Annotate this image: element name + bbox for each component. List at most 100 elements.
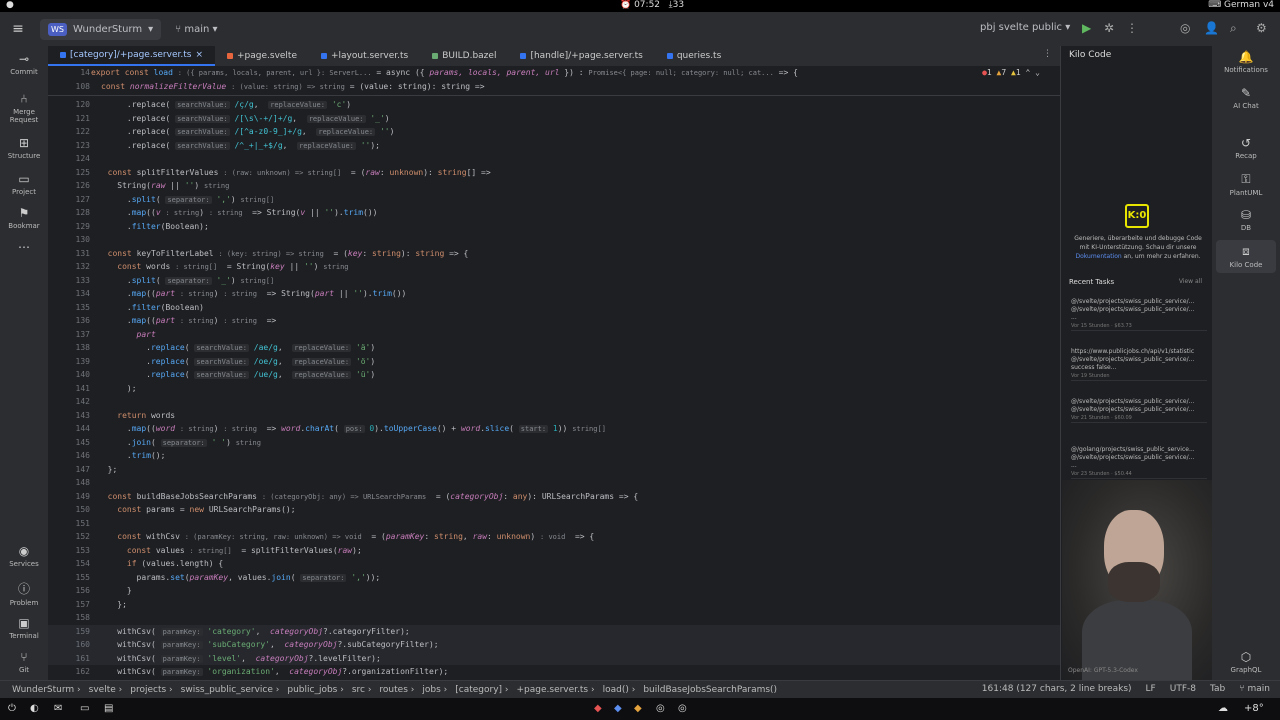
code-line[interactable]: 160 withCsv( paramKey: 'subCategory', ca… bbox=[48, 638, 1060, 652]
recent-task-item[interactable]: @/golang/projects/swiss_public_service..… bbox=[1071, 446, 1207, 479]
code-line[interactable]: 159 withCsv( paramKey: 'category', categ… bbox=[48, 624, 1060, 638]
recent-task-item[interactable]: https://www.publicjobs.ch/api/v1/statist… bbox=[1071, 348, 1207, 381]
code-line[interactable]: 148 bbox=[48, 476, 1060, 490]
settings-gear-icon[interactable]: ⚙ bbox=[1256, 21, 1267, 35]
tab-layout-server[interactable]: +layout.server.ts bbox=[309, 46, 420, 66]
project-switcher[interactable]: WS WunderSturm ▾ bbox=[40, 18, 162, 40]
power-icon[interactable]: ⏻ bbox=[8, 703, 16, 714]
code-line[interactable]: 135 .filter(Boolean) bbox=[48, 301, 1060, 315]
code-line[interactable]: 128 .map((v : string) : string => String… bbox=[48, 206, 1060, 220]
tool-kilo-code[interactable]: ⧈ Kilo Code bbox=[1216, 240, 1276, 273]
tool-git[interactable]: ⑂ Git bbox=[0, 650, 48, 674]
code-line[interactable]: 154 if (values.length) { bbox=[48, 557, 1060, 571]
code-line[interactable]: 142 bbox=[48, 395, 1060, 409]
code-line[interactable]: 153 const values : string[] = splitFilte… bbox=[48, 544, 1060, 558]
tool-bookmarks[interactable]: ⚑ Bookmar bbox=[0, 206, 48, 230]
code-line[interactable]: 151 bbox=[48, 517, 1060, 531]
tool-problems[interactable]: ⓘ Problem bbox=[0, 580, 48, 607]
tab-queries[interactable]: queries.ts bbox=[655, 46, 733, 66]
tool-services[interactable]: ◉ Services bbox=[0, 544, 48, 568]
code-line[interactable]: 157 }; bbox=[48, 598, 1060, 612]
code-line[interactable]: 129 .filter(Boolean); bbox=[48, 220, 1060, 234]
tool-project[interactable]: ▭ Project bbox=[0, 172, 48, 196]
indent-setting[interactable]: Tab bbox=[1210, 684, 1225, 694]
hamburger-menu-icon[interactable]: ≡ bbox=[0, 21, 36, 37]
sticky-line[interactable]: 108 const normalizeFilterValue : (value:… bbox=[48, 80, 1060, 94]
app-icon-2[interactable]: ◆ bbox=[614, 703, 622, 714]
breadcrumb-item[interactable]: load() › bbox=[599, 685, 640, 695]
code-line[interactable]: 132 const words : string[] = String(key … bbox=[48, 260, 1060, 274]
chevron-down-icon[interactable]: ⌄ bbox=[1035, 68, 1040, 77]
keyboard-layout[interactable]: ⌨ German v4 bbox=[1208, 0, 1274, 10]
status-branch[interactable]: ⑂ main bbox=[1239, 684, 1270, 694]
code-line[interactable]: 138 .replace( searchValue: /ae/g, replac… bbox=[48, 341, 1060, 355]
tool-graphql[interactable]: ⬡ GraphQL bbox=[1212, 650, 1280, 674]
line-ending[interactable]: LF bbox=[1146, 684, 1156, 694]
code-line[interactable]: 146 .trim(); bbox=[48, 449, 1060, 463]
code-line[interactable]: 127 .split( separator: ',') string[] bbox=[48, 193, 1060, 207]
breadcrumb-item[interactable]: +page.server.ts › bbox=[513, 685, 599, 695]
tool-commit[interactable]: ⊸ Commit bbox=[0, 52, 48, 76]
code-line[interactable]: 144 .map((word : string) : string => wor… bbox=[48, 422, 1060, 436]
tool-plantuml[interactable]: ⚿ PlantUML bbox=[1212, 172, 1280, 197]
sticky-line[interactable]: 14 export const load : ({ params, locals… bbox=[48, 66, 1060, 80]
code-line[interactable]: 152 const withCsv : (paramKey: string, r… bbox=[48, 530, 1060, 544]
code-line[interactable]: 155 params.set(paramKey, values.join( se… bbox=[48, 571, 1060, 585]
ai-assistant-icon[interactable]: ◎ bbox=[1180, 21, 1190, 35]
breadcrumb-item[interactable]: jobs › bbox=[418, 685, 451, 695]
tab-page-svelte[interactable]: +page.svelte bbox=[215, 46, 309, 66]
code-line[interactable]: 136 .map((part : string) : string => bbox=[48, 314, 1060, 328]
code-line[interactable]: 140 .replace( searchValue: /ue/g, replac… bbox=[48, 368, 1060, 382]
breadcrumb-item[interactable]: WunderSturm › bbox=[8, 685, 85, 695]
search-icon[interactable]: ⌕ bbox=[1230, 21, 1237, 36]
terminal-app-icon[interactable]: ▭ bbox=[80, 703, 89, 714]
code-line[interactable]: 150 const params = new URLSearchParams()… bbox=[48, 503, 1060, 517]
tool-merge-requests[interactable]: ⑃ Merge Request bbox=[0, 92, 48, 124]
app-icon-1[interactable]: ◆ bbox=[594, 703, 602, 714]
code-line[interactable]: 137 part bbox=[48, 328, 1060, 342]
chevron-up-icon[interactable]: ⌃ bbox=[1026, 68, 1031, 77]
breadcrumb-item[interactable]: projects › bbox=[126, 685, 176, 695]
file-encoding[interactable]: UTF-8 bbox=[1170, 684, 1196, 694]
code-line[interactable]: 124 bbox=[48, 152, 1060, 166]
code-line[interactable]: 161 withCsv( paramKey: 'level', category… bbox=[48, 651, 1060, 665]
code-line[interactable]: 141 ); bbox=[48, 382, 1060, 396]
tab-category-page-server[interactable]: [category]/+page.server.ts × bbox=[48, 46, 215, 66]
more-vertical-icon[interactable]: ⋮ bbox=[1043, 49, 1052, 59]
code-line[interactable]: 156 } bbox=[48, 584, 1060, 598]
breadcrumb-item[interactable]: buildBaseJobsSearchParams() bbox=[639, 685, 781, 695]
tab-build-bazel[interactable]: BUILD.bazel bbox=[420, 46, 508, 66]
breadcrumb-item[interactable]: [category] › bbox=[451, 685, 512, 695]
tool-terminal[interactable]: ▣ Terminal bbox=[0, 616, 48, 640]
tool-structure[interactable]: ⊞ Structure bbox=[0, 136, 48, 160]
cursor-position[interactable]: 161:48 (127 chars, 2 line breaks) bbox=[982, 684, 1132, 694]
tool-ai-chat[interactable]: ✎ AI Chat bbox=[1212, 86, 1280, 110]
documentation-link[interactable]: Dokumentation bbox=[1075, 253, 1121, 260]
mail-icon[interactable]: ✉ bbox=[54, 703, 62, 714]
code-line[interactable]: 133 .split( separator: '_') string[] bbox=[48, 274, 1060, 288]
code-line[interactable]: 126 String(raw || '') string bbox=[48, 179, 1060, 193]
tab-handle-page-server[interactable]: [handle]/+page.server.ts bbox=[508, 46, 654, 66]
tool-notifications[interactable]: 🔔 Notifications bbox=[1212, 50, 1280, 74]
breadcrumb-item[interactable]: src › bbox=[348, 685, 376, 695]
run-configuration[interactable]: pbj svelte public ▾ bbox=[980, 22, 1070, 33]
view-all-link[interactable]: View all bbox=[1179, 278, 1202, 285]
breadcrumb-item[interactable]: routes › bbox=[375, 685, 418, 695]
tool-db[interactable]: ⛁ DB bbox=[1212, 208, 1280, 232]
breadcrumb-item[interactable]: public_jobs › bbox=[283, 685, 347, 695]
breadcrumb-item[interactable]: svelte › bbox=[85, 685, 127, 695]
code-line[interactable]: 121 .replace( searchValue: /[\s\-+/]+/g,… bbox=[48, 112, 1060, 126]
code-editor[interactable]: 120 .replace( searchValue: /ç/g, replace… bbox=[48, 98, 1060, 680]
app-menu-icon[interactable]: ● bbox=[6, 0, 14, 10]
close-icon[interactable]: × bbox=[195, 45, 203, 65]
start-icon[interactable]: ◐ bbox=[30, 703, 39, 714]
more-tools-icon[interactable]: ⋯ bbox=[0, 240, 48, 256]
app-icon-3[interactable]: ◆ bbox=[634, 703, 642, 714]
app-icon-4[interactable]: ◎ bbox=[656, 703, 665, 714]
recent-task-item[interactable]: @/svelte/projects/swiss_public_service/.… bbox=[1071, 398, 1207, 423]
app-icon-5[interactable]: ◎ bbox=[678, 703, 687, 714]
code-line[interactable]: 158 bbox=[48, 611, 1060, 625]
code-line[interactable]: 134 .map((part : string) : string => Str… bbox=[48, 287, 1060, 301]
tool-recap[interactable]: ↺ Recap bbox=[1212, 136, 1280, 160]
code-line[interactable]: 143 return words bbox=[48, 409, 1060, 423]
